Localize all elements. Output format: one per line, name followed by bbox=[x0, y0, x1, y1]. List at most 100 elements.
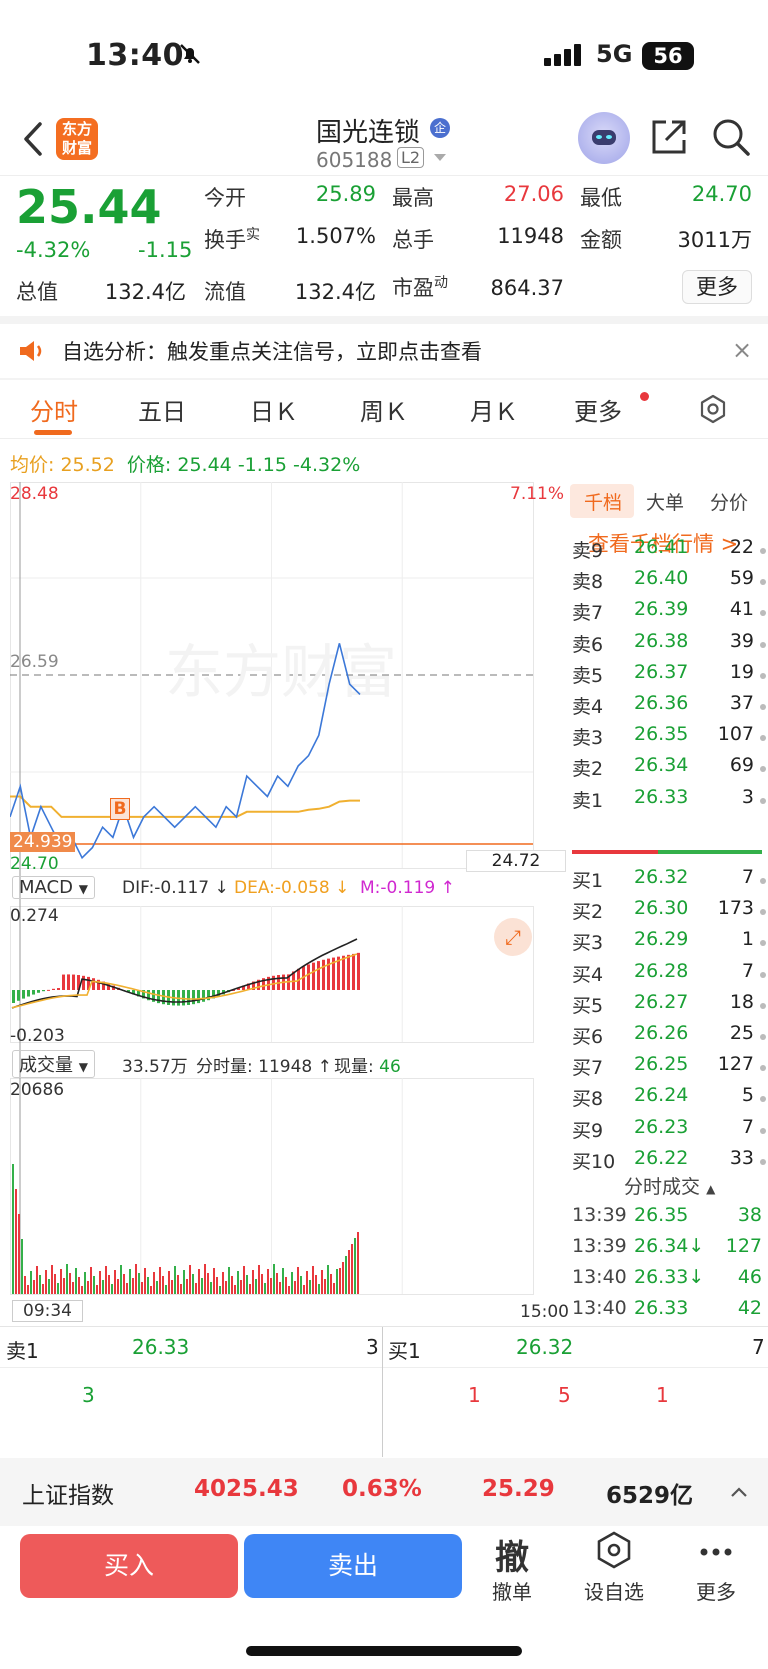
volume-bar bbox=[216, 1277, 218, 1294]
tab-intraday[interactable]: 分时 bbox=[30, 392, 78, 427]
volume-bar bbox=[354, 1238, 356, 1294]
volume-selector[interactable]: 成交量 ▼ bbox=[12, 1050, 95, 1078]
add-watchlist-button[interactable]: 设自选 bbox=[574, 1530, 654, 1605]
index-ticker[interactable]: 上证指数 4025.43 0.63% 25.29 6529亿 bbox=[0, 1458, 768, 1526]
index-change: 25.29 bbox=[482, 1476, 555, 1502]
volume-bar bbox=[150, 1286, 152, 1294]
sell-button[interactable]: 卖出 bbox=[244, 1534, 462, 1598]
bid-row[interactable]: 买8 26.24 5 bbox=[572, 1084, 766, 1115]
bid-level: 买3 bbox=[572, 932, 604, 955]
bid-row[interactable]: 买3 26.29 1 bbox=[572, 928, 766, 959]
volume-bar bbox=[12, 1164, 14, 1294]
volume-bar bbox=[297, 1267, 299, 1294]
volume-bar bbox=[21, 1239, 23, 1294]
macd-bar bbox=[42, 990, 45, 992]
level-badge: L2 bbox=[397, 147, 425, 168]
stock-code[interactable]: 605188 bbox=[316, 148, 392, 172]
macd-bar bbox=[22, 990, 25, 999]
bid-row[interactable]: 买4 26.28 7 bbox=[572, 960, 766, 991]
intraday-chart[interactable]: 东方财富 28.48 7.11% 26.59 24.70 24.939 24.7… bbox=[10, 482, 569, 1324]
notice-text: 自选分析：触发重点关注信号，立即点击查看 bbox=[62, 340, 482, 364]
expand-icon[interactable]: ⤢ bbox=[494, 918, 532, 956]
bid-row[interactable]: 买7 26.25 127 bbox=[572, 1053, 766, 1084]
bid-row[interactable]: 买1 26.32 7 bbox=[572, 866, 766, 897]
volume-bar bbox=[153, 1272, 155, 1294]
tab-five-day[interactable]: 五日 bbox=[138, 392, 186, 427]
bid-price: 26.22 bbox=[634, 1146, 689, 1169]
close-icon[interactable]: × bbox=[732, 336, 752, 364]
tab-large-order[interactable]: 大单 bbox=[646, 488, 684, 515]
buy-button[interactable]: 买入 bbox=[20, 1534, 238, 1598]
search-icon[interactable] bbox=[712, 118, 750, 156]
dot-icon bbox=[760, 971, 766, 978]
dot-icon bbox=[760, 1034, 766, 1040]
ask-row[interactable]: 卖4 26.36 37 bbox=[572, 692, 766, 723]
macd-bar bbox=[322, 959, 325, 990]
ask-volume: 69 bbox=[729, 754, 754, 777]
volume-top: 20686 bbox=[10, 1080, 65, 1100]
macd-bar bbox=[352, 953, 355, 990]
volume-bar bbox=[357, 1232, 359, 1294]
more-actions-button[interactable]: 更多 bbox=[676, 1530, 756, 1605]
tab-daily-k[interactable]: 日Ｋ bbox=[250, 392, 298, 427]
chevron-up-icon[interactable] bbox=[730, 1486, 748, 1498]
bid-row[interactable]: 买5 26.27 18 bbox=[572, 991, 766, 1022]
bid-volume: 33 bbox=[729, 1146, 754, 1169]
volume-bar bbox=[123, 1274, 125, 1294]
volume-bar bbox=[141, 1282, 143, 1294]
ask-row[interactable]: 卖2 26.34 69 bbox=[572, 754, 766, 785]
ask-row[interactable]: 卖1 26.33 3 bbox=[572, 786, 766, 817]
buy-marker[interactable]: B bbox=[110, 798, 130, 820]
trade-time: 13:39 bbox=[572, 1204, 627, 1226]
ask-price: 26.39 bbox=[634, 598, 689, 621]
share-icon[interactable] bbox=[650, 118, 688, 156]
open-label: 今开 bbox=[204, 186, 246, 210]
volume-bar bbox=[291, 1272, 293, 1294]
gear-icon[interactable] bbox=[698, 394, 728, 424]
ask-row[interactable]: 卖6 26.38 39 bbox=[572, 630, 766, 661]
tab-monthly-k[interactable]: 月Ｋ bbox=[470, 392, 518, 427]
volume-bar bbox=[183, 1270, 185, 1294]
app-logo[interactable]: 东方财富 bbox=[56, 118, 98, 160]
tab-weekly-k[interactable]: 周Ｋ bbox=[360, 392, 408, 427]
cancel-order-button[interactable]: 撤 撤单 bbox=[472, 1530, 552, 1605]
volume-bar bbox=[75, 1268, 77, 1294]
ask-row[interactable]: 卖9 26.41 22 bbox=[572, 536, 766, 567]
volume-bar bbox=[15, 1189, 17, 1294]
ask-row[interactable]: 卖8 26.40 59 bbox=[572, 567, 766, 598]
tab-qiandang[interactable]: 千档 bbox=[584, 488, 622, 515]
open-value: 25.89 bbox=[315, 182, 376, 206]
more-fields-button[interactable]: 更多 bbox=[682, 270, 752, 304]
bid-row[interactable]: 买9 26.23 7 bbox=[572, 1116, 766, 1147]
tab-more[interactable]: 更多 bbox=[574, 392, 622, 427]
ask-row[interactable]: 卖5 26.37 19 bbox=[572, 661, 766, 692]
bid-row[interactable]: 买6 26.26 25 bbox=[572, 1022, 766, 1053]
volume-bar bbox=[114, 1270, 116, 1294]
volume-bar bbox=[234, 1285, 236, 1294]
bid-level: 买7 bbox=[572, 1057, 604, 1080]
dot-icon bbox=[760, 1002, 766, 1009]
assistant-robot-icon[interactable] bbox=[578, 112, 630, 164]
tab-price-split[interactable]: 分价 bbox=[710, 488, 748, 515]
ask-volume: 19 bbox=[729, 660, 754, 683]
volume-bar bbox=[177, 1275, 179, 1294]
bid1-detail: 1 bbox=[468, 1383, 481, 1407]
volume-bar bbox=[330, 1274, 332, 1294]
bid-row[interactable]: 买2 26.30 173 bbox=[572, 897, 766, 928]
volume-bar bbox=[186, 1279, 188, 1294]
ask-row[interactable]: 卖7 26.39 41 bbox=[572, 598, 766, 629]
macd-bottom: -0.203 bbox=[10, 1026, 65, 1046]
dot-icon bbox=[760, 797, 766, 804]
chevron-down-icon[interactable] bbox=[434, 154, 446, 161]
volume-bar bbox=[315, 1275, 317, 1294]
macd-selector[interactable]: MACD ▼ bbox=[12, 876, 95, 899]
high-value: 27.06 bbox=[503, 182, 564, 206]
back-arrow-icon[interactable] bbox=[22, 118, 46, 160]
notice-banner[interactable]: 自选分析：触发重点关注信号，立即点击查看 × bbox=[0, 324, 768, 380]
ask-level: 卖2 bbox=[572, 758, 604, 781]
ask-row[interactable]: 卖3 26.35 107 bbox=[572, 723, 766, 754]
trades-header[interactable]: 分时成交 ▲ bbox=[624, 1172, 715, 1199]
dot-icon bbox=[760, 878, 766, 884]
float-cap-label: 流值 bbox=[204, 280, 246, 304]
price-summary-line: 均价: 25.52 价格: 25.44 -1.15 -4.32% bbox=[10, 454, 361, 476]
